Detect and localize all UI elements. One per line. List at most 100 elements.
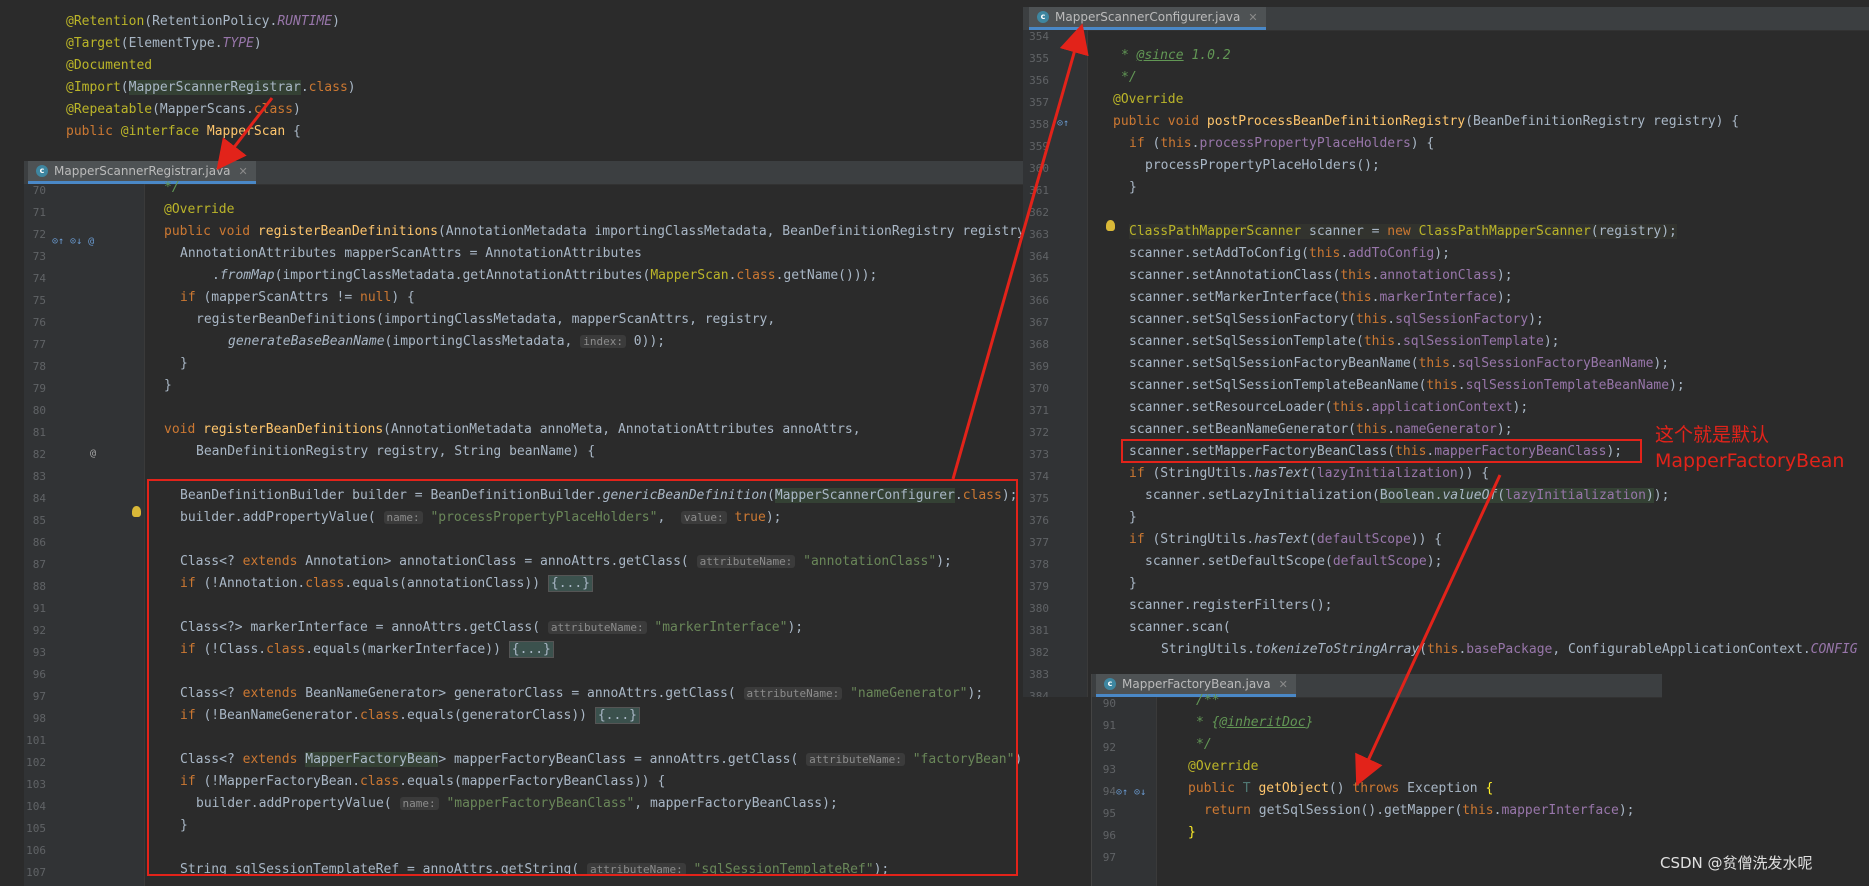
line-number: 368 xyxy=(1029,338,1049,351)
annotation-text: 这个就是默认 MapperFactoryBean xyxy=(1655,422,1844,474)
code-line: @Import(MapperScannerRegistrar.class) xyxy=(66,80,356,95)
line-number: 367 xyxy=(1029,316,1049,329)
line-number: 383 xyxy=(1029,668,1049,681)
lightbulb-icon[interactable] xyxy=(1106,220,1115,231)
line-number: 101 xyxy=(26,734,46,747)
annotation-icon: @ xyxy=(90,448,97,459)
line-number: 91 xyxy=(1102,719,1116,732)
factorybean-gutter: 90 91 92 93 94 95 96 97 ⊙↑ ⊙↓ xyxy=(1092,697,1157,886)
line-number: 374 xyxy=(1029,470,1049,483)
line-number: 90 xyxy=(1102,697,1116,710)
line-number: 77 xyxy=(32,338,46,351)
code-line: @Documented xyxy=(66,58,153,73)
line-number: 96 xyxy=(32,668,46,681)
line-number: 365 xyxy=(1029,272,1049,285)
line-number: 92 xyxy=(32,624,46,637)
lightbulb-icon[interactable] xyxy=(132,506,141,517)
line-number: 82 xyxy=(32,448,46,461)
line-number: 364 xyxy=(1029,250,1049,263)
line-number: 78 xyxy=(32,360,46,373)
line-number: 378 xyxy=(1029,558,1049,571)
watermark: CSDN @贫僧洗发水呢 xyxy=(1660,854,1813,872)
line-number: 98 xyxy=(32,712,46,725)
line-number: 366 xyxy=(1029,294,1049,307)
close-tab-icon[interactable]: ✕ xyxy=(239,165,248,178)
class-icon: c xyxy=(36,165,48,177)
close-tab-icon[interactable]: ✕ xyxy=(1248,11,1257,24)
line-number: 92 xyxy=(1102,741,1116,754)
line-number: 86 xyxy=(32,536,46,549)
line-number: 381 xyxy=(1029,624,1049,637)
line-number: 370 xyxy=(1029,382,1049,395)
line-number: 357 xyxy=(1029,96,1049,109)
line-number: 105 xyxy=(26,822,46,835)
class-icon: c xyxy=(1104,678,1116,690)
line-number: 75 xyxy=(32,294,46,307)
line-number: 76 xyxy=(32,316,46,329)
line-number: 80 xyxy=(32,404,46,417)
annotation-line-1: 这个就是默认 xyxy=(1655,424,1770,446)
builder-code-highlight-box xyxy=(147,479,1018,876)
line-number: 361 xyxy=(1029,184,1049,197)
line-number: 107 xyxy=(26,866,46,879)
line-number: 106 xyxy=(26,844,46,857)
line-number: 72 xyxy=(32,228,46,241)
factorybean-editor-panel: c MapperFactoryBean.java ✕ 90 91 92 93 94 95 9… xyxy=(1091,674,1662,886)
line-number: 79 xyxy=(32,382,46,395)
line-number: 71 xyxy=(32,206,46,219)
line-number: 372 xyxy=(1029,426,1049,439)
line-number: 356 xyxy=(1029,74,1049,87)
tab-label: MapperScannerConfigurer.java xyxy=(1055,10,1241,24)
configurer-editor-panel: c MapperScannerConfigurer.java ✕ 354 355 3… xyxy=(1023,7,1869,697)
tab-mapperscannerregistrar[interactable]: c MapperScannerRegistrar.java ✕ xyxy=(28,161,256,184)
code-line: @Repeatable(MapperScans.class) xyxy=(66,102,301,117)
line-number: 369 xyxy=(1029,360,1049,373)
close-tab-icon[interactable]: ✕ xyxy=(1279,678,1288,691)
mapperscan-editor-panel: @Retention(RetentionPolicy.RUNTIME) @Tar… xyxy=(44,8,390,158)
class-icon: c xyxy=(1037,11,1049,23)
line-number: 91 xyxy=(32,602,46,615)
line-number: 97 xyxy=(1102,851,1116,864)
line-number: 360 xyxy=(1029,162,1049,175)
code-line: @Target(ElementType.TYPE) xyxy=(66,36,262,51)
line-number: 85 xyxy=(32,514,46,527)
line-number: 83 xyxy=(32,470,46,483)
line-number: 355 xyxy=(1029,52,1049,65)
registrar-gutter: 70 71 72 73 74 75 76 77 78 79 80 81 82 83 84 85 86 87 88 91… xyxy=(24,184,145,886)
annotation-line-2: MapperFactoryBean xyxy=(1655,450,1845,472)
line-number: 384 xyxy=(1029,690,1049,697)
tab-label: MapperFactoryBean.java xyxy=(1122,677,1271,691)
line-number: 70 xyxy=(32,184,46,197)
tab-label: MapperScannerRegistrar.java xyxy=(54,164,231,178)
line-number: 81 xyxy=(32,426,46,439)
line-number: 73 xyxy=(32,250,46,263)
code-line: public @interface MapperScan { xyxy=(66,124,301,139)
line-number: 377 xyxy=(1029,536,1049,549)
line-number: 375 xyxy=(1029,492,1049,505)
line-number: 363 xyxy=(1029,228,1049,241)
override-icon[interactable]: ⊙↑ xyxy=(1057,118,1069,129)
line-number: 376 xyxy=(1029,514,1049,527)
line-number: 382 xyxy=(1029,646,1049,659)
line-number: 93 xyxy=(1102,763,1116,776)
tab-mapperscannerconfigurer[interactable]: c MapperScannerConfigurer.java ✕ xyxy=(1029,7,1266,30)
line-number: 379 xyxy=(1029,580,1049,593)
line-number: 96 xyxy=(1102,829,1116,842)
line-number: 84 xyxy=(32,492,46,505)
line-number: 373 xyxy=(1029,448,1049,461)
line-number: 74 xyxy=(32,272,46,285)
line-number: 97 xyxy=(32,690,46,703)
screenshot-collage: { "panel_top": { "lines": [ "@Retention(… xyxy=(0,0,1869,886)
line-number: 359 xyxy=(1029,140,1049,153)
factorybean-tabbar: c MapperFactoryBean.java ✕ xyxy=(1092,674,1662,698)
override-icon[interactable]: ⊙↑ ⊙↓ xyxy=(1116,787,1146,798)
line-number: 94 xyxy=(1102,785,1116,798)
configurer-tabbar: c MapperScannerConfigurer.java ✕ xyxy=(1023,7,1869,31)
line-number: 93 xyxy=(32,646,46,659)
line-number: 358 xyxy=(1029,118,1049,131)
line-number: 102 xyxy=(26,756,46,769)
override-icon[interactable]: ⊙↑ ⊙↓ @ xyxy=(52,236,94,247)
line-number: 354 xyxy=(1029,30,1049,43)
line-number: 103 xyxy=(26,778,46,791)
line-number: 87 xyxy=(32,558,46,571)
